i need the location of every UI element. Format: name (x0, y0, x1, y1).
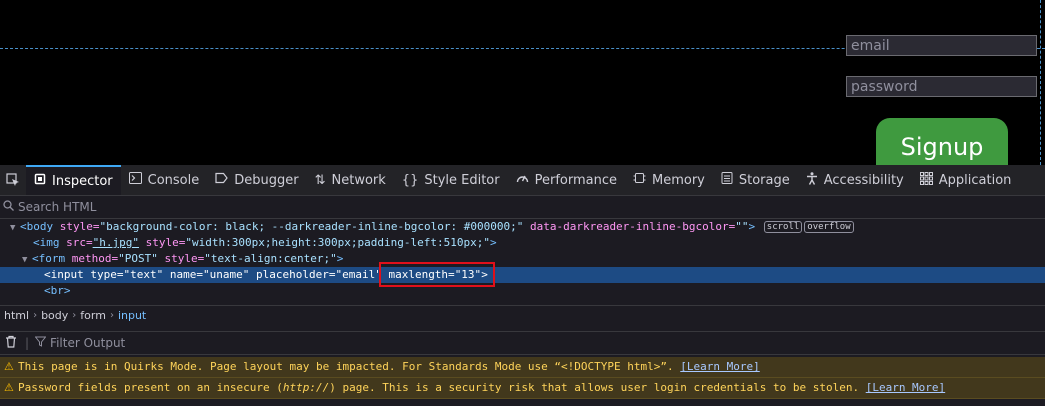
warning-icon: ⚠ (4, 360, 14, 373)
tab-label: Accessibility (823, 172, 904, 188)
filter-icon (34, 336, 47, 350)
element-picker-icon[interactable] (0, 165, 26, 195)
layout-guide-vertical (1040, 0, 1041, 165)
inspector-icon (34, 173, 46, 189)
tab-label: Inspector (52, 173, 113, 189)
trash-icon[interactable] (5, 335, 17, 351)
page-viewport: email password Signup (0, 0, 1045, 165)
scroll-badge[interactable]: scroll (763, 221, 803, 233)
tree-row-form[interactable]: ▼ <form method="POST" style="text-align:c… (0, 251, 1045, 267)
markup-tree: ▼ <body style="background-color: black; -… (0, 219, 1045, 304)
performance-icon (516, 172, 529, 188)
tree-row-input-selected[interactable]: <input type="text" name="uname" placehol… (0, 262, 1045, 287)
expand-toggle-icon[interactable]: ▼ (22, 252, 32, 268)
tab-performance[interactable]: Performance (508, 165, 625, 195)
application-icon (919, 171, 933, 189)
tab-label: Debugger (234, 172, 299, 188)
tab-label: Performance (534, 172, 617, 188)
filter-output-input[interactable]: Filter Output (50, 336, 125, 350)
memory-icon (633, 172, 646, 188)
tab-inspector[interactable]: Inspector (26, 165, 121, 195)
devtools-toolbar: Inspector Console Debugger ⇅ Network {} … (0, 165, 1045, 196)
tab-label: Style Editor (424, 172, 500, 188)
warning-icon: ⚠ (4, 381, 14, 394)
search-html-bar[interactable]: Search HTML (0, 196, 1045, 219)
storage-icon (721, 172, 733, 188)
console-warning-quirks: ⚠ This page is in Quirks Mode. Page layou… (0, 357, 1045, 378)
tab-label: Application (938, 172, 1012, 188)
tab-label: Console (147, 172, 200, 188)
network-icon: ⇅ (314, 172, 326, 188)
tab-label: Network (331, 172, 386, 188)
tab-accessibility[interactable]: Accessibility (798, 165, 912, 195)
password-field[interactable]: password (846, 76, 1037, 97)
search-input[interactable]: Search HTML (18, 200, 96, 214)
tree-row-img[interactable]: <img src="h.jpg" style="width:300px;heig… (0, 235, 1045, 251)
breadcrumb: html › body › form › input (0, 305, 1045, 324)
email-field[interactable]: email (846, 35, 1037, 56)
tab-storage[interactable]: Storage (713, 165, 798, 195)
tab-network[interactable]: ⇅ Network (307, 165, 394, 195)
tab-console[interactable]: Console (121, 165, 208, 195)
tree-row-br[interactable]: <br> (0, 283, 1045, 299)
breadcrumb-input[interactable]: input (114, 309, 150, 322)
tab-label: Storage (738, 172, 790, 188)
tab-debugger[interactable]: Debugger (207, 165, 306, 195)
tab-memory[interactable]: Memory (625, 165, 713, 195)
debugger-icon (215, 172, 229, 188)
tab-label: Memory (652, 172, 705, 188)
tab-application[interactable]: Application (912, 165, 1020, 195)
breadcrumb-form[interactable]: form (76, 309, 110, 322)
tree-row-body[interactable]: ▼ <body style="background-color: black; -… (0, 219, 1045, 235)
expand-toggle-icon[interactable]: ▼ (10, 220, 20, 236)
breadcrumb-body[interactable]: body (37, 309, 72, 322)
accessibility-icon (806, 171, 818, 189)
divider: | (25, 336, 30, 350)
learn-more-link[interactable]: [Learn More] (680, 360, 759, 373)
tab-style-editor[interactable]: {} Style Editor (394, 165, 508, 195)
learn-more-link[interactable]: [Learn More] (866, 381, 945, 394)
console-warning-password: ⚠ Password fields present on an insecure … (0, 378, 1045, 399)
overflow-badge[interactable]: overflow (804, 221, 854, 233)
breadcrumb-html[interactable]: html (0, 309, 33, 322)
console-icon (128, 172, 142, 188)
signup-button[interactable]: Signup (876, 118, 1008, 165)
style-editor-icon: {} (401, 172, 419, 188)
search-icon (3, 200, 14, 214)
console-filter-bar: | Filter Output (0, 331, 1045, 355)
